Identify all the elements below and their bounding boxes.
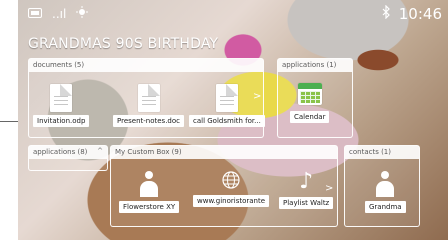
document-icon — [50, 84, 73, 112]
applications-box[interactable]: applications (1) Calendar — [277, 58, 353, 138]
custom-box-header[interactable]: My Custom Box (9) — [111, 146, 337, 159]
person-icon — [140, 171, 159, 197]
custom-item-label: Flowerstore XY — [119, 201, 180, 213]
chevron-right-icon[interactable]: > — [253, 91, 261, 102]
document-icon — [215, 84, 238, 112]
person-icon — [376, 171, 395, 197]
sim-card-icon — [28, 7, 42, 21]
custom-box-items: Flowerstore XY www.ginoristorante ♪ Play… — [111, 159, 337, 226]
custom-item-label: Playlist Waltz — [279, 197, 334, 209]
documents-box[interactable]: documents (5) Invitation.odp Present-not… — [28, 58, 265, 138]
contacts-box[interactable]: contacts (1) Grandma — [344, 145, 420, 227]
custom-item-label: www.ginoristorante — [193, 195, 270, 207]
status-left: ..ıl — [28, 6, 89, 21]
contacts-box-header[interactable]: contacts (1) — [345, 146, 419, 159]
device-screen: ..ıl 10:46 GRANDMAS 90S BIRTHDAY documen… — [18, 0, 448, 240]
contact-item-grandma[interactable]: Grandma — [365, 171, 406, 213]
collapse-caret-icon[interactable]: ^ — [97, 147, 103, 155]
document-item-invitation[interactable]: Invitation.odp — [33, 84, 90, 127]
applications-collapsed-header[interactable]: applications (8) — [29, 146, 107, 159]
custom-box[interactable]: My Custom Box (9) Flowerstore XY www.gin… — [110, 145, 338, 227]
bluetooth-icon — [381, 4, 391, 23]
app-item-calendar[interactable]: Calendar — [290, 83, 330, 123]
globe-icon — [222, 171, 240, 189]
clock-time: 10:46 — [398, 5, 442, 23]
documents-items: Invitation.odp Present-notes.doc call Go… — [29, 72, 265, 137]
page-title: GRANDMAS 90S BIRTHDAY — [28, 36, 219, 52]
contact-label: Grandma — [365, 201, 406, 213]
contacts-items: Grandma — [345, 159, 419, 226]
custom-item-flowerstore[interactable]: Flowerstore XY — [119, 171, 180, 213]
music-note-icon: ♪ — [299, 169, 314, 194]
document-item-present-notes[interactable]: Present-notes.doc — [113, 84, 185, 127]
app-label: Calendar — [290, 111, 330, 123]
document-label: call Goldsmith for... — [189, 115, 265, 127]
calendar-icon — [297, 83, 322, 105]
signal-bars-icon: ..ıl — [52, 6, 67, 21]
applications-box-header[interactable]: applications (1) — [278, 59, 352, 72]
chevron-right-icon[interactable]: > — [325, 183, 333, 194]
status-right: 10:46 — [381, 4, 442, 23]
status-bar: ..ıl 10:46 — [18, 0, 448, 28]
custom-item-website[interactable]: www.ginoristorante — [193, 171, 270, 207]
document-label: Present-notes.doc — [113, 115, 185, 127]
document-icon — [137, 84, 160, 112]
documents-box-header[interactable]: documents (5) — [29, 59, 263, 72]
applications-items: Calendar — [278, 72, 352, 137]
brightness-icon — [76, 6, 89, 21]
document-label: Invitation.odp — [33, 115, 90, 127]
applications-collapsed-box[interactable]: applications (8) ^ — [28, 145, 108, 171]
